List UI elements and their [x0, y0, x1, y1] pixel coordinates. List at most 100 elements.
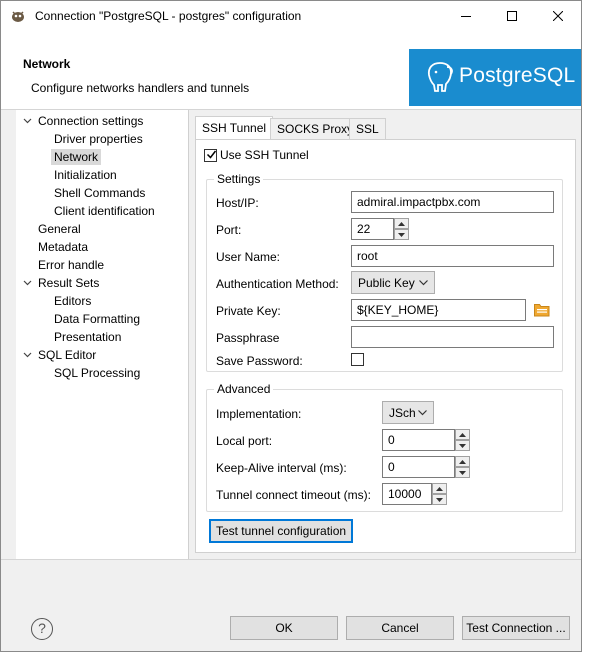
arrow-down-icon	[459, 443, 466, 448]
tree-item-metadata[interactable]: Metadata	[38, 239, 88, 255]
tree-item-error-handle[interactable]: Error handle	[38, 257, 104, 273]
timeout-decrement-button[interactable]	[432, 494, 447, 505]
brand-text: PostgreSQL	[459, 64, 576, 87]
auth-method-label: Authentication Method:	[216, 277, 339, 291]
local-port-stepper[interactable]	[455, 429, 470, 451]
chevron-down-icon[interactable]	[23, 347, 32, 363]
user-name-label: User Name:	[216, 250, 281, 264]
private-key-input[interactable]: ${KEY_HOME}	[351, 299, 526, 321]
arrow-up-icon	[398, 221, 405, 226]
user-name-input[interactable]: root	[351, 245, 554, 267]
chevron-down-icon[interactable]	[23, 275, 32, 291]
cancel-button[interactable]: Cancel	[346, 616, 454, 640]
tree-item-initialization[interactable]: Initialization	[54, 167, 117, 183]
tree-item-sql-processing[interactable]: SQL Processing	[54, 365, 140, 381]
title-bar: Connection "PostgreSQL - postgres" confi…	[1, 1, 581, 31]
private-key-label: Private Key:	[216, 304, 281, 318]
passphrase-label: Passphrase	[216, 331, 280, 345]
test-connection-button[interactable]: Test Connection ...	[462, 616, 570, 640]
checkmark-icon	[206, 150, 217, 159]
keepalive-input[interactable]: 0	[382, 456, 455, 478]
port-input[interactable]: 22	[351, 218, 394, 240]
implementation-select[interactable]: JSch	[382, 401, 434, 424]
port-increment-button[interactable]	[394, 218, 409, 229]
arrow-down-icon	[459, 470, 466, 475]
page-title: Network	[23, 57, 71, 71]
minimize-button[interactable]	[443, 1, 489, 31]
tree-item-editors[interactable]: Editors	[54, 293, 91, 309]
tab-ssl[interactable]: SSL	[349, 118, 386, 139]
save-password-label: Save Password:	[216, 354, 303, 368]
chevron-down-icon	[419, 280, 428, 286]
tab-socks-proxy[interactable]: SOCKS Proxy	[270, 118, 361, 139]
dialog-footer: ? OK Cancel Test Connection ...	[1, 559, 581, 651]
timeout-increment-button[interactable]	[432, 483, 447, 494]
tree-item-sql-editor[interactable]: SQL Editor	[23, 347, 96, 363]
tree-item-client-identification[interactable]: Client identification	[54, 203, 155, 219]
elephant-icon	[427, 62, 453, 92]
tree-item-label: Result Sets	[38, 276, 100, 290]
arrow-down-icon	[398, 232, 405, 237]
port-decrement-button[interactable]	[394, 229, 409, 240]
settings-tree: Connection settings Driver properties Ne…	[16, 110, 189, 559]
local-port-increment-button[interactable]	[455, 429, 470, 440]
minimize-icon	[461, 16, 471, 17]
close-button[interactable]	[535, 1, 581, 31]
local-port-decrement-button[interactable]	[455, 440, 470, 451]
tree-item-shell-commands[interactable]: Shell Commands	[54, 185, 145, 201]
chevron-down-icon	[418, 410, 427, 416]
settings-group-title: Settings	[214, 172, 264, 186]
implementation-value: JSch	[389, 406, 416, 420]
folder-icon[interactable]	[534, 303, 550, 317]
use-ssh-tunnel-label: Use SSH Tunnel	[220, 148, 309, 162]
passphrase-input[interactable]	[351, 326, 554, 348]
timeout-input[interactable]: 10000	[382, 483, 432, 505]
keepalive-stepper[interactable]	[455, 456, 470, 478]
ok-button[interactable]: OK	[230, 616, 338, 640]
close-icon	[553, 11, 563, 21]
use-ssh-tunnel-checkbox[interactable]	[204, 149, 217, 162]
tree-item-presentation[interactable]: Presentation	[54, 329, 121, 345]
tab-ssh-tunnel[interactable]: SSH Tunnel	[195, 116, 274, 140]
chevron-down-icon[interactable]	[23, 113, 32, 129]
postgresql-logo: PostgreSQL	[409, 49, 581, 106]
arrow-down-icon	[436, 497, 443, 502]
connection-config-dialog: Connection "PostgreSQL - postgres" confi…	[0, 0, 582, 652]
keepalive-decrement-button[interactable]	[455, 467, 470, 478]
save-password-checkbox[interactable]	[351, 353, 364, 366]
tree-item-label: SQL Editor	[38, 348, 97, 362]
help-icon[interactable]: ?	[31, 618, 53, 640]
port-stepper[interactable]	[394, 218, 409, 240]
tree-item-driver-properties[interactable]: Driver properties	[54, 131, 143, 147]
dialog-header: Network Configure networks handlers and …	[1, 31, 581, 110]
local-port-label: Local port:	[216, 434, 273, 448]
test-tunnel-button[interactable]: Test tunnel configuration	[209, 519, 353, 543]
keepalive-increment-button[interactable]	[455, 456, 470, 467]
auth-method-select[interactable]: Public Key	[351, 271, 435, 294]
advanced-group-title: Advanced	[214, 382, 274, 396]
tree-item-label: Connection settings	[38, 114, 144, 128]
maximize-icon	[507, 11, 517, 21]
dbeaver-icon	[10, 8, 26, 24]
page-subtitle: Configure networks handlers and tunnels	[31, 81, 250, 95]
local-port-input[interactable]: 0	[382, 429, 455, 451]
tree-item-general[interactable]: General	[38, 221, 81, 237]
tree-item-network[interactable]: Network	[51, 149, 102, 165]
auth-method-value: Public Key	[358, 276, 415, 290]
keepalive-label: Keep-Alive interval (ms):	[216, 461, 347, 475]
tree-item-data-formatting[interactable]: Data Formatting	[54, 311, 140, 327]
arrow-up-icon	[436, 486, 443, 491]
maximize-button[interactable]	[489, 1, 535, 31]
timeout-label: Tunnel connect timeout (ms):	[216, 488, 371, 502]
port-label: Port:	[216, 223, 242, 237]
window-title: Connection "PostgreSQL - postgres" confi…	[35, 9, 302, 23]
timeout-stepper[interactable]	[432, 483, 447, 505]
host-input[interactable]: admiral.impactpbx.com	[351, 191, 554, 213]
arrow-up-icon	[459, 459, 466, 464]
tree-item-result-sets[interactable]: Result Sets	[23, 275, 99, 291]
network-settings-panel: SSH Tunnel SOCKS Proxy SSL Use SSH Tunne…	[190, 110, 581, 559]
host-label: Host/IP:	[216, 196, 259, 210]
tree-item-connection-settings[interactable]: Connection settings	[23, 113, 143, 129]
ssh-tunnel-panel: Use SSH Tunnel Settings Host/IP: admiral…	[195, 139, 576, 553]
implementation-label: Implementation:	[216, 407, 302, 421]
